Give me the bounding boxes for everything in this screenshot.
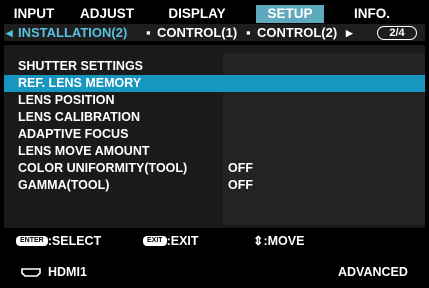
menu-item-label: ADAPTIVE FOCUS: [18, 127, 129, 141]
move-hint-label: :MOVE: [263, 234, 305, 248]
menu-item-label: LENS MOVE AMOUNT: [18, 144, 150, 158]
exit-hint-label: :EXIT: [166, 234, 199, 248]
menu-item-value: OFF: [228, 161, 253, 175]
tab-input[interactable]: INPUT: [4, 5, 64, 23]
menu-item-label: SHUTTER SETTINGS: [18, 59, 144, 73]
menu-item-label: LENS CALIBRATION: [18, 110, 140, 124]
menu-mode: ADVANCED: [338, 265, 408, 279]
menu-item-lens-position[interactable]: LENS POSITION: [4, 92, 425, 109]
menu-item-label: LENS POSITION: [18, 93, 115, 107]
subnav-left-arrow[interactable]: ◂: [6, 24, 13, 41]
subtab-control-1[interactable]: CONTROL(1): [157, 24, 237, 41]
sub-tabs: ◂ INSTALLATION(2) ▪ CONTROL(1) ▪ CONTROL…: [4, 24, 425, 41]
enter-hint: ENTER:SELECT: [16, 228, 101, 254]
subnav-separator: ▪: [146, 25, 151, 40]
updown-arrows-icon: ⇕: [253, 234, 264, 248]
tab-setup[interactable]: SETUP: [256, 5, 324, 23]
move-hint: ⇕:MOVE: [253, 228, 304, 254]
menu-item-shutter-settings[interactable]: SHUTTER SETTINGS: [4, 58, 425, 75]
hdmi-icon: [20, 262, 42, 288]
menu-item-color-uniformity[interactable]: COLOR UNIFORMITY(TOOL) OFF: [4, 160, 425, 177]
subnav-separator: ▪: [246, 25, 251, 40]
subnav-right-arrow[interactable]: ▸: [346, 24, 353, 41]
osd-menu: INPUT ADJUST DISPLAY SETUP INFO. ◂ INSTA…: [0, 0, 429, 285]
input-source: HDMI1: [48, 265, 87, 279]
exit-hint: EXIT:EXIT: [143, 228, 199, 254]
menu-item-ref-lens-memory[interactable]: REF. LENS MEMORY: [4, 75, 425, 92]
menu-item-label: GAMMA(TOOL): [18, 178, 110, 192]
main-tabs: INPUT ADJUST DISPLAY SETUP INFO.: [4, 5, 425, 23]
tab-display[interactable]: DISPLAY: [152, 5, 242, 23]
select-hint-label: :SELECT: [47, 234, 102, 248]
menu-item-value: OFF: [228, 178, 253, 192]
tab-adjust[interactable]: ADJUST: [68, 5, 146, 23]
status-bar: HDMI1 ADVANCED: [4, 262, 425, 282]
enter-key-icon: ENTER: [16, 235, 48, 246]
tab-info[interactable]: INFO.: [332, 5, 412, 23]
menu-item-lens-move-amount[interactable]: LENS MOVE AMOUNT: [4, 143, 425, 160]
subtab-installation-2[interactable]: INSTALLATION(2): [18, 24, 127, 41]
subtab-control-2[interactable]: CONTROL(2): [257, 24, 337, 41]
menu-item-adaptive-focus[interactable]: ADAPTIVE FOCUS: [4, 126, 425, 143]
menu-item-lens-calibration[interactable]: LENS CALIBRATION: [4, 109, 425, 126]
menu-item-gamma[interactable]: GAMMA(TOOL) OFF: [4, 177, 425, 194]
page-indicator: 2/4: [377, 26, 417, 40]
key-guide: ENTER:SELECT EXIT:EXIT ⇕:MOVE: [4, 228, 425, 254]
exit-key-icon: EXIT: [143, 235, 167, 246]
menu-item-label: COLOR UNIFORMITY(TOOL): [18, 161, 188, 175]
menu-item-label: REF. LENS MEMORY: [18, 76, 142, 90]
